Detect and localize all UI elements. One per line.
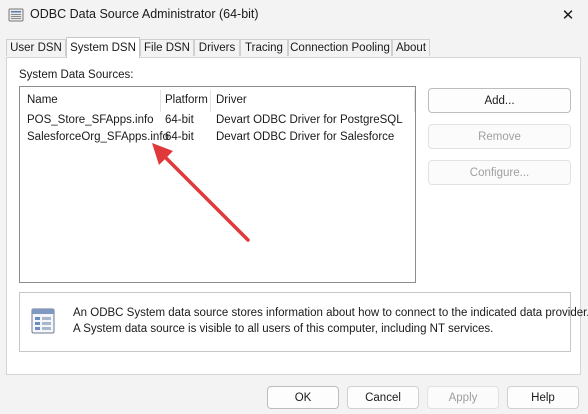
tab-connection-pooling[interactable]: Connection Pooling: [288, 39, 392, 56]
remove-button[interactable]: Remove: [428, 124, 571, 149]
column-header-driver[interactable]: Driver: [216, 94, 247, 106]
dsn-platform: 64-bit: [165, 131, 194, 143]
apply-button[interactable]: Apply: [427, 386, 499, 409]
tab-strip: User DSN System DSN File DSN Drivers Tra…: [6, 37, 581, 58]
info-text-line-2: A System data source is visible to all u…: [73, 323, 494, 335]
tab-user-dsn[interactable]: User DSN: [6, 39, 66, 56]
list-item[interactable]: POS_Store_SFApps.info 64-bit Devart ODBC…: [21, 114, 414, 131]
configure-button[interactable]: Configure...: [428, 160, 571, 185]
add-button[interactable]: Add...: [428, 88, 571, 113]
data-sources-list[interactable]: Name Platform Driver POS_Store_SFApps.in…: [19, 86, 416, 283]
column-header-platform[interactable]: Platform: [165, 94, 208, 106]
tab-about[interactable]: About: [392, 39, 430, 56]
system-data-sources-label: System Data Sources:: [19, 69, 134, 81]
data-sources-icon: [31, 308, 55, 334]
column-divider[interactable]: [210, 90, 211, 112]
dsn-driver: Devart ODBC Driver for PostgreSQL: [216, 114, 403, 126]
dsn-name: SalesforceOrg_SFApps.info: [27, 131, 169, 143]
window-title: ODBC Data Source Administrator (64-bit): [30, 7, 259, 21]
tab-file-dsn[interactable]: File DSN: [140, 39, 194, 56]
dsn-name: POS_Store_SFApps.info: [27, 114, 154, 126]
help-button[interactable]: Help: [507, 386, 579, 409]
close-button[interactable]: ✕: [548, 0, 588, 30]
dsn-driver: Devart ODBC Driver for Salesforce: [216, 131, 395, 143]
odbc-app-icon: [8, 8, 24, 22]
info-text-line-1: An ODBC System data source stores inform…: [73, 307, 588, 319]
dsn-platform: 64-bit: [165, 114, 194, 126]
info-box: An ODBC System data source stores inform…: [19, 292, 588, 352]
title-bar: ODBC Data Source Administrator (64-bit) …: [0, 0, 588, 30]
cancel-button[interactable]: Cancel: [347, 386, 419, 409]
tab-system-dsn[interactable]: System DSN: [66, 37, 140, 58]
tab-tracing[interactable]: Tracing: [240, 39, 288, 56]
column-header-name[interactable]: Name: [27, 94, 58, 106]
tab-drivers[interactable]: Drivers: [194, 39, 240, 56]
column-divider[interactable]: [160, 90, 161, 112]
column-divider[interactable]: [414, 90, 415, 112]
close-icon: ✕: [561, 7, 575, 24]
ok-button[interactable]: OK: [267, 386, 339, 409]
list-item[interactable]: SalesforceOrg_SFApps.info 64-bit Devart …: [21, 131, 414, 148]
